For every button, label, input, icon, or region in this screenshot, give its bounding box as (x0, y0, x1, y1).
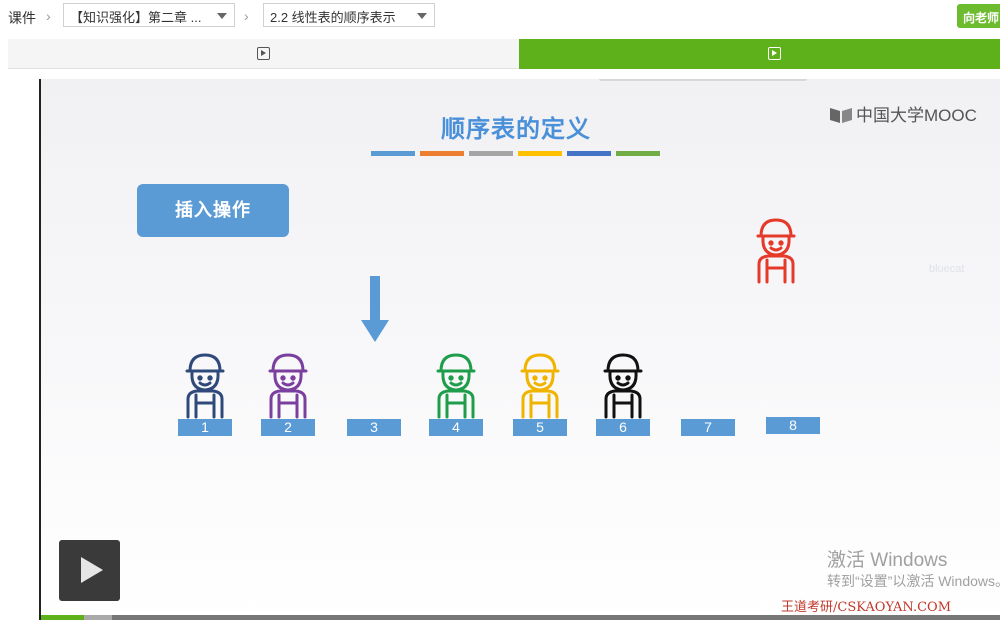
progress-fill (41, 615, 85, 620)
activation-subtitle: 转到“设置”以激活 Windows。 (827, 573, 1000, 589)
array-slot-2: 2 (261, 419, 315, 436)
lesson-dropdown-label: 2.2 线性表的顺序表示 (270, 10, 396, 25)
color-bar (518, 151, 562, 156)
array-slot-8: 8 (766, 417, 820, 434)
logo-text: 中国大学MOOC (856, 106, 977, 125)
array-slot-5: 5 (513, 419, 567, 436)
play-square-icon (257, 47, 270, 60)
mooc-logo-icon (830, 108, 852, 123)
faint-text: bluecat (929, 263, 965, 275)
array-slot-1: 1 (178, 419, 232, 436)
slide-title: 顺序表的定义 (441, 116, 591, 143)
progress-bar[interactable] (41, 615, 1000, 620)
chapter-dropdown[interactable]: 【知识强化】第二章 ... (63, 3, 235, 27)
array-slot-4: 4 (429, 419, 483, 436)
caret-down-icon (217, 13, 227, 19)
color-bar (567, 151, 611, 156)
video-player[interactable]: 顺序表的定义 中国大学MOOC 插入操作 1 2 3 4 5 6 7 8 bluecat 激活… (39, 79, 1000, 620)
tab-video-1[interactable] (8, 39, 519, 69)
array-slot-3: 3 (347, 419, 401, 436)
tab-video-2[interactable] (519, 39, 1000, 69)
person-figure-slot-4 (431, 351, 481, 421)
mooc-logo: 中国大学MOOC (829, 101, 977, 126)
chapter-dropdown-label: 【知识强化】第二章 ... (70, 10, 202, 25)
new-person-figure (751, 216, 801, 286)
color-bar (616, 151, 660, 156)
slide: 顺序表的定义 中国大学MOOC 插入操作 1 2 3 4 5 6 7 8 bluecat 激活… (41, 79, 1000, 620)
progress-buffer (84, 615, 112, 620)
down-arrow-icon (361, 276, 389, 342)
lesson-dropdown[interactable]: 2.2 线性表的顺序表示 (263, 3, 435, 27)
play-square-icon (768, 47, 781, 60)
watermark: 王道考研/CSKAOYAN.COM (781, 600, 952, 615)
play-button[interactable] (59, 540, 120, 601)
chevron-right-icon: › (46, 8, 51, 24)
media-tabs (8, 39, 1000, 69)
color-bar (469, 151, 513, 156)
color-bar (371, 151, 415, 156)
array-slot-7: 7 (681, 419, 735, 436)
ask-teacher-button[interactable]: 向老师 (957, 4, 1000, 28)
color-bar (420, 151, 464, 156)
caret-down-icon (417, 13, 427, 19)
activation-title: 激活 Windows (827, 550, 948, 571)
array-slot-6: 6 (596, 419, 650, 436)
person-figure-slot-1 (180, 351, 230, 421)
slide-top-line (599, 79, 807, 81)
chevron-right-icon: › (244, 8, 249, 24)
person-figure-slot-2 (263, 351, 313, 421)
breadcrumb-root[interactable]: 课件 (8, 8, 36, 28)
person-figure-slot-6 (598, 351, 648, 421)
insert-operation-label: 插入操作 (137, 184, 289, 237)
person-figure-slot-5 (515, 351, 565, 421)
top-bar: 课件 › 【知识强化】第二章 ... › 2.2 线性表的顺序表示 向老师 (0, 0, 1000, 34)
